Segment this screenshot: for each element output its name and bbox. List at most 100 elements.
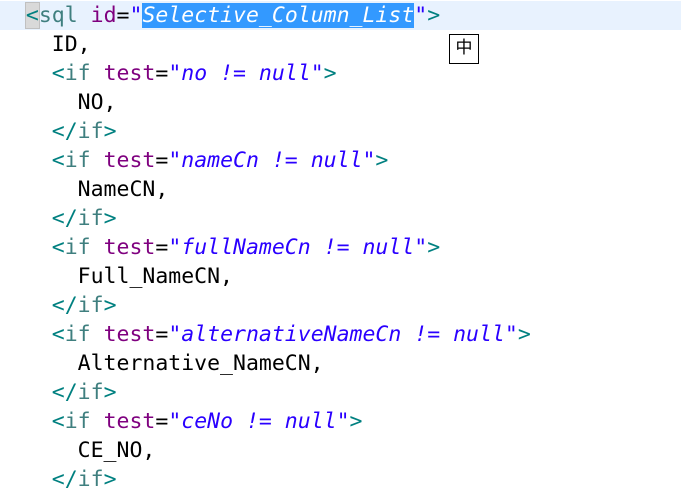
code-token: if: [64, 322, 91, 347]
code-editor[interactable]: <sql id="Selective_Column_List"> ID, <if…: [0, 0, 681, 501]
code-token: id: [90, 3, 117, 28]
code-token: <: [51, 409, 65, 434]
code-token: if: [77, 206, 104, 231]
code-token: >: [375, 148, 389, 173]
code-token: >: [103, 467, 117, 492]
code-token: =: [155, 235, 169, 260]
code-line[interactable]: <if test="alternativeNameCn != null">: [0, 320, 681, 349]
ime-mode-indicator[interactable]: 中: [449, 34, 479, 64]
code-token: >: [103, 206, 117, 231]
code-token: <: [51, 322, 65, 347]
code-token: ": [414, 3, 428, 28]
code-token: test: [103, 148, 156, 173]
code-token: </: [51, 380, 78, 405]
code-token: </: [51, 293, 78, 318]
code-line[interactable]: ID,: [0, 30, 681, 59]
code-line[interactable]: Full_NameCN,: [0, 262, 681, 291]
code-token: =: [155, 409, 169, 434]
code-token: <: [51, 148, 65, 173]
code-token: CE_NO,: [77, 438, 156, 463]
code-token: if: [77, 467, 104, 492]
code-token: test: [103, 409, 156, 434]
code-token: Alternative_NameCN,: [77, 351, 324, 376]
code-token: "no != null": [168, 61, 324, 86]
code-token: Full_NameCN,: [77, 264, 234, 289]
code-line[interactable]: NO,: [0, 88, 681, 117]
code-token: >: [323, 61, 337, 86]
code-token: "ceNo != null": [168, 409, 350, 434]
code-token: if: [64, 235, 91, 260]
code-line[interactable]: <if test="ceNo != null">: [0, 407, 681, 436]
selected-text: Selective_Column_List: [142, 3, 415, 28]
code-line[interactable]: <if test="no != null">: [0, 59, 681, 88]
code-token: =: [155, 61, 169, 86]
code-token: =: [155, 322, 169, 347]
code-token: >: [103, 119, 117, 144]
code-token: if: [77, 293, 104, 318]
code-token: test: [103, 61, 156, 86]
code-token: </: [51, 467, 78, 492]
code-token: "nameCn != null": [168, 148, 376, 173]
code-token: >: [349, 409, 363, 434]
code-token: NameCN,: [77, 177, 169, 202]
code-token: "alternativeNameCn != null": [168, 322, 518, 347]
code-line[interactable]: </if>: [0, 117, 681, 146]
code-token: test: [103, 322, 156, 347]
code-line[interactable]: <sql id="Selective_Column_List">: [0, 1, 681, 30]
code-line[interactable]: Alternative_NameCN,: [0, 349, 681, 378]
code-line[interactable]: <if test="fullNameCn != null">: [0, 233, 681, 262]
code-token: >: [427, 235, 441, 260]
code-token: <: [51, 61, 65, 86]
code-token: <: [24, 2, 40, 29]
code-token: "fullNameCn != null": [168, 235, 428, 260]
code-line[interactable]: CE_NO,: [0, 436, 681, 465]
code-token: if: [64, 148, 91, 173]
code-token: if: [64, 409, 91, 434]
code-token: >: [517, 322, 531, 347]
code-token: NO,: [77, 90, 117, 115]
code-line[interactable]: </if>: [0, 378, 681, 407]
code-token: ID,: [51, 32, 91, 57]
code-token: ": [129, 3, 143, 28]
code-line[interactable]: </if>: [0, 291, 681, 320]
code-token: >: [427, 3, 441, 28]
code-line[interactable]: NameCN,: [0, 175, 681, 204]
code-token: sql: [38, 3, 78, 28]
code-token: </: [51, 206, 78, 231]
code-token: <: [51, 235, 65, 260]
code-line[interactable]: <if test="nameCn != null">: [0, 146, 681, 175]
code-line[interactable]: </if>: [0, 465, 681, 494]
code-token: =: [155, 148, 169, 173]
code-token: test: [103, 235, 156, 260]
code-token: if: [77, 119, 104, 144]
code-token: if: [77, 380, 104, 405]
code-token: </: [51, 119, 78, 144]
code-token: =: [116, 3, 130, 28]
code-line[interactable]: </if>: [0, 204, 681, 233]
code-token: if: [64, 61, 91, 86]
code-token: >: [103, 380, 117, 405]
code-token: >: [103, 293, 117, 318]
